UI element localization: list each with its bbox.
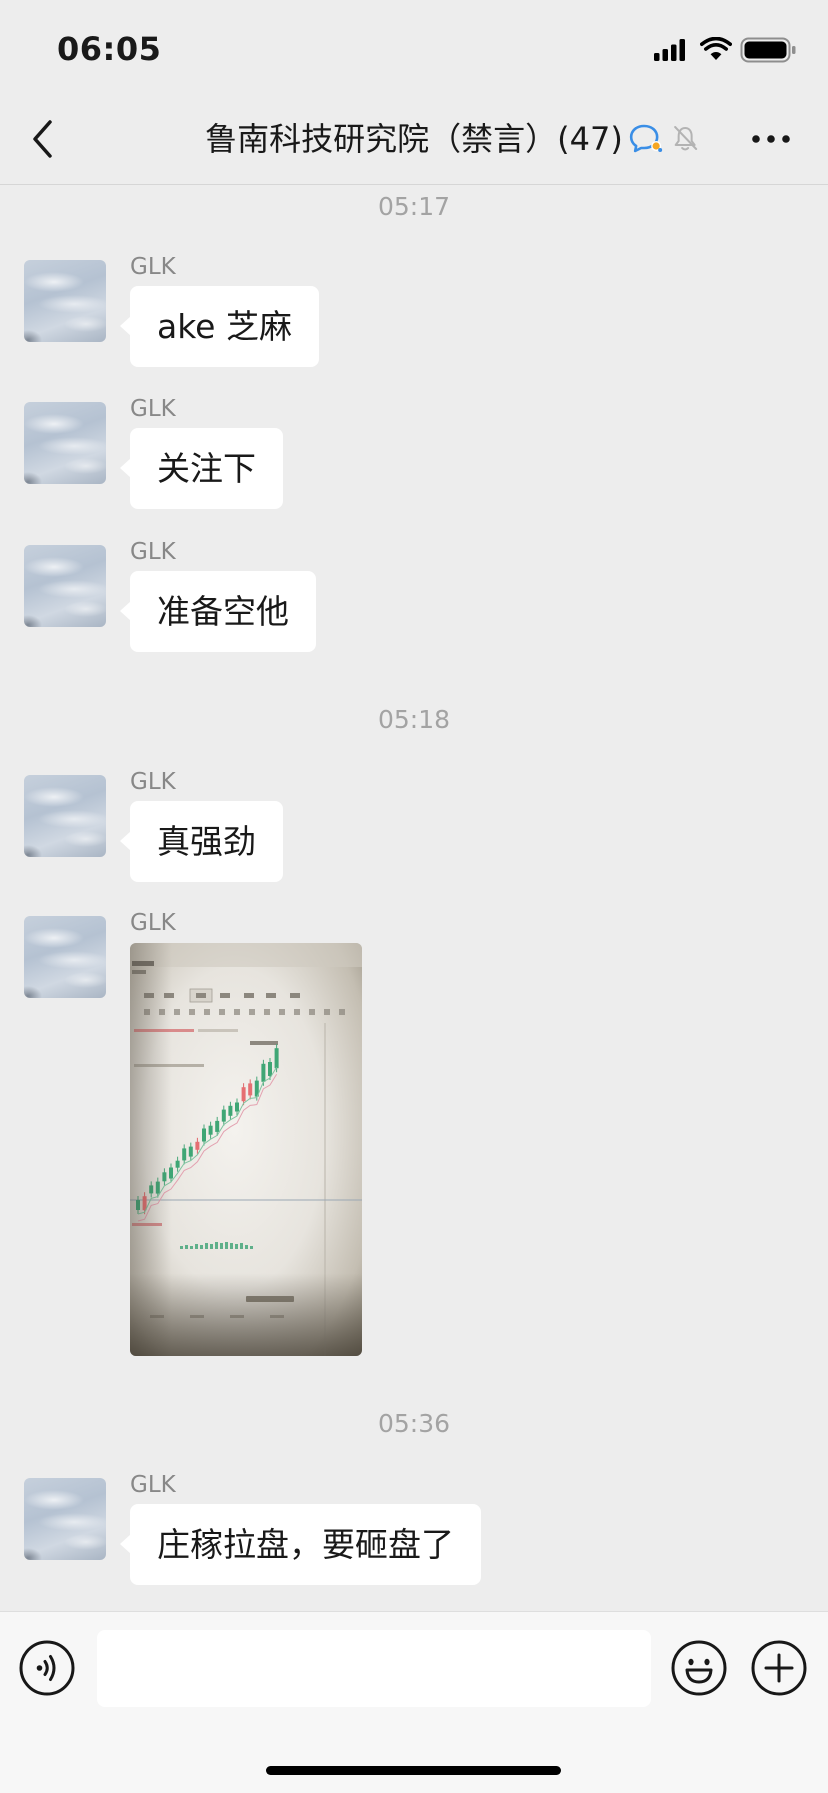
photo-shade-bottom — [130, 943, 362, 1356]
chat-bubble-icon — [629, 124, 662, 153]
message-bubble[interactable]: ake 芝麻 — [120, 286, 319, 367]
avatar[interactable] — [24, 916, 106, 998]
message-row: GLK 真强劲 — [0, 769, 828, 885]
sender-name: GLK — [130, 1472, 176, 1498]
plus-icon[interactable] — [750, 1639, 808, 1697]
avatar[interactable] — [24, 545, 106, 627]
message-input[interactable] — [97, 1630, 651, 1707]
message-row: GLK 庄稼拉盘，要砸盘了 — [0, 1472, 828, 1588]
message-row: GLK — [0, 910, 828, 1356]
sender-name: GLK — [130, 539, 176, 565]
battery-icon — [740, 37, 796, 63]
mute-bell-icon — [673, 126, 697, 151]
signal-icon — [654, 39, 685, 61]
chat-title[interactable]: 鲁南科技研究院（禁言）(47) — [205, 118, 697, 160]
status-bar: 06:05 — [0, 0, 828, 100]
title-group: 鲁南科技研究院（禁言）(47) — [205, 118, 697, 160]
sender-name: GLK — [130, 396, 176, 422]
message-bubble[interactable]: 准备空他 — [120, 571, 316, 652]
chat-title-text: 鲁南科技研究院（禁言）(47) — [205, 120, 623, 158]
avatar[interactable] — [24, 260, 106, 342]
nav-divider — [0, 184, 828, 185]
voice-icon[interactable] — [18, 1639, 76, 1697]
title-badges — [629, 123, 699, 153]
message-bubble[interactable]: 真强劲 — [120, 801, 283, 882]
message-row: GLK 准备空他 — [0, 539, 828, 655]
message-bubble[interactable]: 庄稼拉盘，要砸盘了 — [120, 1504, 481, 1585]
avatar[interactable] — [24, 1478, 106, 1560]
timestamp: 05:36 — [377, 1409, 451, 1438]
chat-image[interactable] — [130, 943, 362, 1356]
message-row: GLK 关注下 — [0, 396, 828, 512]
avatar[interactable] — [24, 775, 106, 857]
emoji-icon[interactable] — [670, 1639, 728, 1697]
chat-image-photo — [130, 943, 362, 1356]
sender-name: GLK — [130, 254, 176, 280]
message-row: GLK ake 芝麻 — [0, 254, 828, 370]
message-bubble[interactable]: 关注下 — [120, 428, 283, 509]
chevron-left-icon[interactable] — [28, 117, 60, 161]
timestamp: 05:18 — [377, 705, 451, 734]
sender-name: GLK — [130, 769, 176, 795]
sender-name: GLK — [130, 910, 176, 936]
nav-bar: 鲁南科技研究院（禁言）(47) — [0, 100, 828, 184]
timestamp: 05:17 — [377, 192, 451, 221]
status-time: 06:05 — [57, 30, 162, 68]
avatar[interactable] — [24, 402, 106, 484]
more-dots-icon[interactable] — [750, 130, 792, 148]
wifi-icon — [700, 37, 732, 60]
home-indicator[interactable] — [266, 1766, 561, 1775]
